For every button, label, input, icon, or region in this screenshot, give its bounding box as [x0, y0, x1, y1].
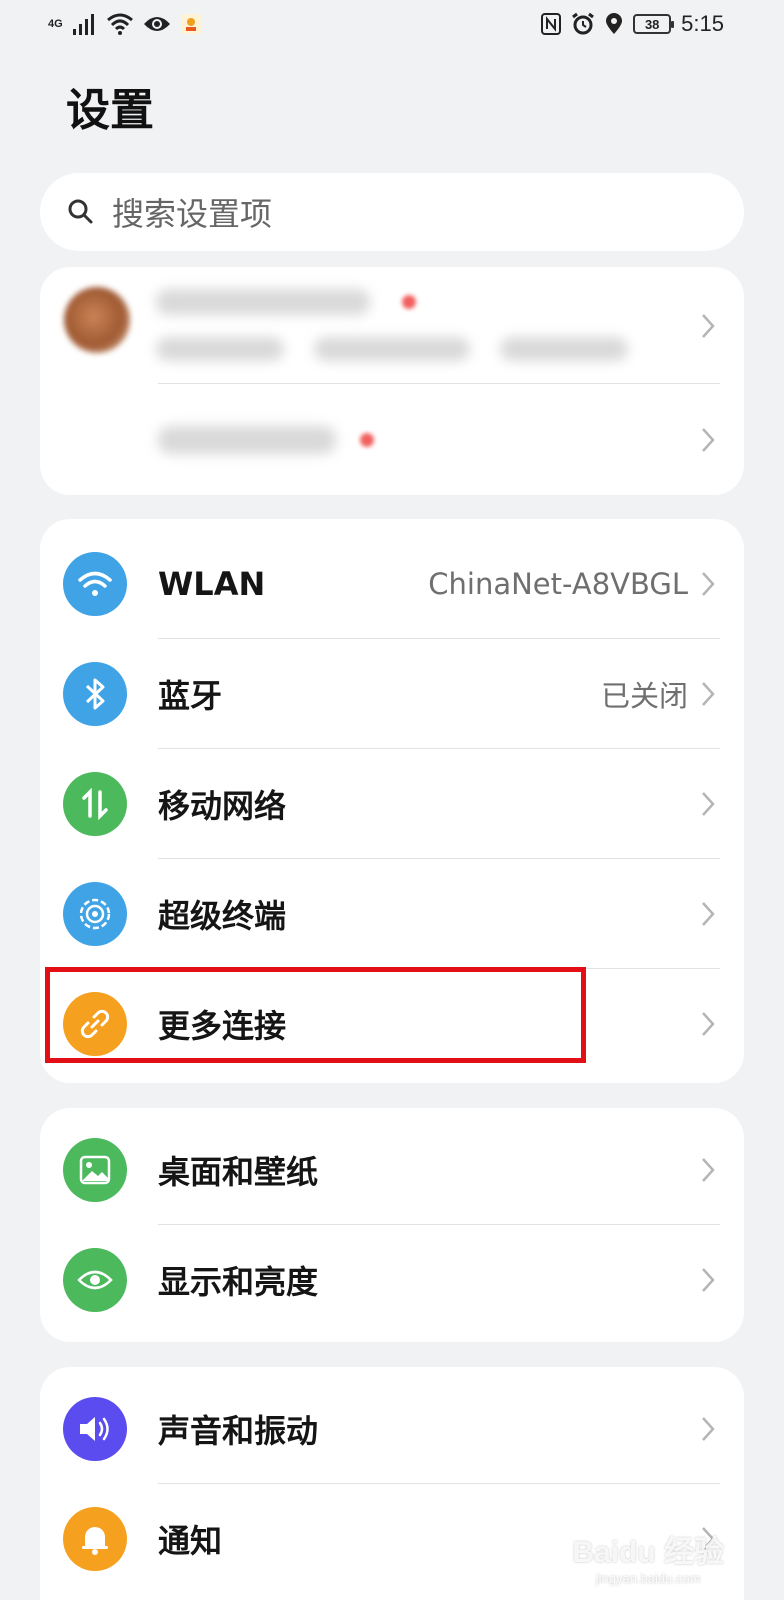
search-input[interactable]: 搜索设置项: [40, 173, 744, 251]
account-info-redacted: [500, 337, 628, 361]
chevron-right-icon: [702, 313, 715, 338]
account-card[interactable]: [40, 267, 744, 495]
avatar: [64, 287, 130, 353]
item-label: 声音和振动: [158, 1412, 319, 1450]
settings-item-wallpaper[interactable]: 桌面和壁纸: [40, 1115, 744, 1225]
search-placeholder: 搜索设置项: [112, 195, 273, 233]
bluetooth-icon: [63, 662, 127, 726]
item-value: 已关闭: [600, 679, 688, 713]
badge-dot: [402, 295, 416, 309]
watermark-text: Baidu 经验: [572, 1536, 724, 1569]
settings-item-display[interactable]: 显示和亮度: [40, 1225, 744, 1335]
wallpaper-icon: [63, 1138, 127, 1202]
item-value: ChinaNet-A8VBGL: [428, 567, 688, 601]
chevron-right-icon: [702, 792, 715, 816]
settings-item-wlan[interactable]: WLAN ChinaNet-A8VBGL: [40, 529, 744, 639]
settings-item-mobile-network[interactable]: 移动网络: [40, 749, 744, 859]
super-device-icon: [63, 882, 127, 946]
location-icon: [606, 13, 623, 34]
item-label: WLAN: [158, 565, 266, 603]
signal-icon: [72, 14, 94, 35]
settings-item-sound[interactable]: 声音和振动: [40, 1374, 744, 1484]
clock: 5:15: [681, 11, 724, 36]
badge-dot: [360, 433, 374, 447]
chevron-right-icon: [702, 1268, 715, 1292]
watermark-sub: jingyan.baidu.com: [595, 1571, 701, 1586]
account-info-redacted: [156, 337, 284, 361]
wifi-status-icon: [106, 13, 133, 35]
chevron-right-icon: [702, 427, 715, 452]
wifi-icon: [63, 552, 127, 616]
eye-status-icon: [143, 17, 170, 31]
account-info-redacted: [314, 337, 470, 361]
settings-item-super-device[interactable]: 超级终端: [40, 859, 744, 969]
item-label: 超级终端: [158, 897, 287, 935]
item-label: 显示和亮度: [158, 1263, 319, 1301]
item-label: 蓝牙: [158, 677, 223, 715]
page-title: 设置: [66, 85, 154, 136]
chevron-right-icon: [702, 572, 715, 596]
alarm-icon: [572, 12, 595, 35]
status-bar: 4G 38 5:15: [0, 0, 784, 48]
display-card: 桌面和壁纸 显示和亮度: [40, 1108, 744, 1342]
chevron-right-icon: [702, 1012, 715, 1036]
search-icon: [68, 199, 93, 224]
mobile-data-icon: [63, 772, 127, 836]
status-right: 38 5:15: [541, 11, 724, 37]
account-sub-redacted: [158, 426, 336, 454]
app-notification-icon: [180, 14, 201, 34]
settings-item-bluetooth[interactable]: 蓝牙 已关闭: [40, 639, 744, 749]
item-label: 桌面和壁纸: [158, 1153, 319, 1191]
item-label: 移动网络: [158, 787, 287, 825]
network-type: 4G: [48, 18, 63, 30]
chevron-right-icon: [702, 1158, 715, 1182]
chevron-right-icon: [702, 902, 715, 926]
eye-icon: [63, 1248, 127, 1312]
item-label: 通知: [158, 1522, 223, 1560]
nfc-icon: [541, 13, 562, 35]
volume-icon: [63, 1397, 127, 1461]
account-row[interactable]: [40, 267, 744, 384]
account-name-redacted: [156, 289, 370, 315]
status-left: 4G: [48, 13, 201, 35]
bell-icon: [63, 1507, 127, 1571]
watermark: Baidu 经验 jingyan.baidu.com: [572, 1527, 724, 1586]
highlight-annotation: [45, 967, 586, 1063]
account-sub-row[interactable]: [40, 384, 744, 495]
battery-indicator: 38: [633, 14, 675, 34]
chevron-right-icon: [702, 1417, 715, 1441]
chevron-right-icon: [702, 682, 715, 706]
